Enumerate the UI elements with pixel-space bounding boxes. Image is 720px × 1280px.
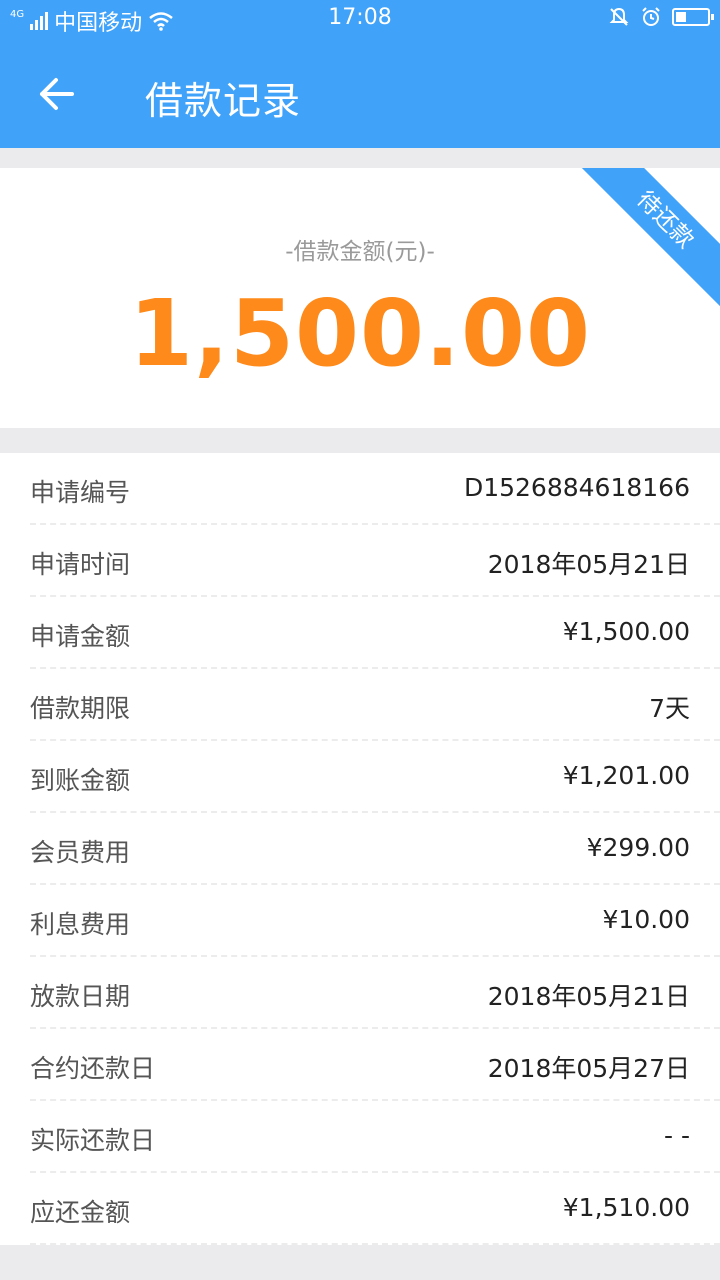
detail-value: ¥1,201.00	[562, 761, 690, 790]
detail-row-interest-fee: 利息费用 ¥10.00	[30, 885, 720, 957]
detail-value: 2018年05月21日	[487, 982, 690, 1011]
detail-row-amount-due: 应还金额 ¥1,510.00	[30, 1173, 720, 1245]
detail-value: 7天	[649, 694, 690, 723]
detail-row-actual-repayment-date: 实际还款日 - -	[30, 1101, 720, 1173]
detail-label: 应还金额	[30, 1198, 131, 1227]
detail-value: ¥10.00	[602, 905, 690, 934]
detail-row-application-no: 申请编号 D1526884618166	[30, 453, 720, 525]
battery-icon	[672, 8, 714, 26]
status-bar: 4G 中国移动 17:08	[0, 0, 720, 38]
detail-value: ¥1,500.00	[562, 617, 690, 646]
detail-value: - -	[664, 1121, 690, 1150]
detail-label: 到账金额	[30, 766, 131, 795]
detail-row-disbursement-date: 放款日期 2018年05月21日	[30, 957, 720, 1029]
status-right	[608, 6, 714, 28]
loan-amount-card: -借款金额(元)- 1,500.00 待还款	[0, 168, 720, 428]
detail-row-application-time: 申请时间 2018年05月21日	[30, 525, 720, 597]
detail-label: 实际还款日	[30, 1126, 156, 1155]
page-title: 借款记录	[145, 79, 302, 123]
detail-row-membership-fee: 会员费用 ¥299.00	[30, 813, 720, 885]
app-header: 4G 中国移动 17:08 借款记录	[0, 0, 720, 148]
loan-amount-value: 1,500.00	[129, 280, 591, 387]
detail-value: ¥299.00	[586, 833, 690, 862]
detail-label: 借款期限	[30, 694, 131, 723]
detail-label: 利息费用	[30, 910, 131, 939]
alarm-icon	[642, 7, 660, 26]
detail-row-loan-term: 借款期限 7天	[30, 669, 720, 741]
detail-value: D1526884618166	[463, 473, 690, 502]
detail-label: 会员费用	[30, 838, 131, 867]
detail-value: 2018年05月27日	[487, 1054, 690, 1083]
detail-row-contract-due-date: 合约还款日 2018年05月27日	[30, 1029, 720, 1101]
loan-details-list: 申请编号 D1526884618166 申请时间 2018年05月21日 申请金…	[0, 453, 720, 1245]
mute-icon	[609, 7, 629, 26]
detail-value: 2018年05月21日	[487, 550, 690, 579]
detail-row-received-amount: 到账金额 ¥1,201.00	[30, 741, 720, 813]
detail-label: 申请时间	[30, 550, 131, 579]
arrow-left-icon[interactable]	[36, 74, 76, 114]
detail-value: ¥1,510.00	[562, 1193, 690, 1222]
detail-label: 合约还款日	[30, 1054, 156, 1083]
loan-amount-label: -借款金额(元)-	[285, 239, 435, 265]
detail-label: 放款日期	[30, 982, 131, 1011]
detail-row-application-amount: 申请金额 ¥1,500.00	[30, 597, 720, 669]
detail-label: 申请金额	[30, 622, 131, 651]
detail-label: 申请编号	[30, 478, 131, 507]
